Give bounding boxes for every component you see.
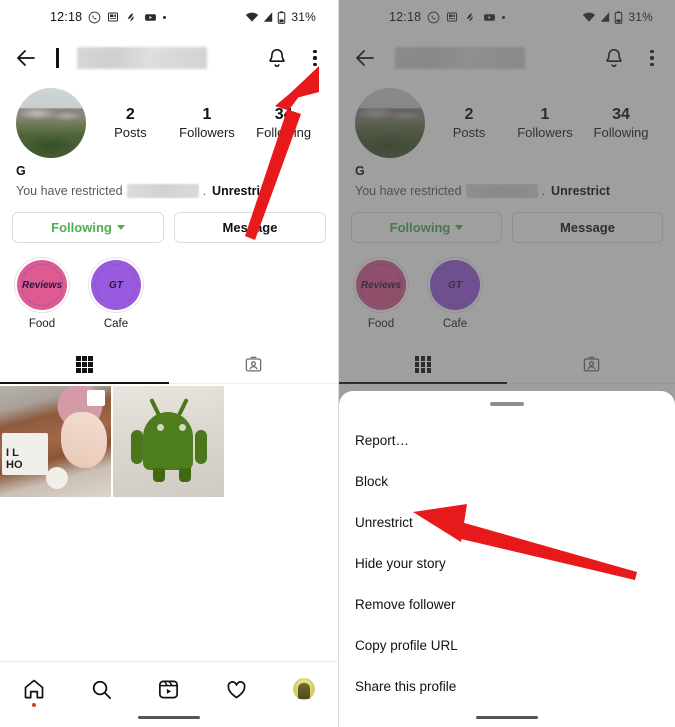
stat-followers-count: 1	[202, 105, 212, 123]
highlight-cafe-cover: GT	[91, 260, 141, 310]
status-bar-left: 12:18	[50, 10, 167, 24]
battery-percent: 31%	[291, 10, 316, 24]
highlight-cafe-label: Cafe	[103, 318, 129, 330]
stat-followers[interactable]: 1 Followers	[176, 104, 238, 142]
nav-search[interactable]	[79, 674, 123, 704]
tagged-person-icon	[244, 355, 263, 374]
sheet-item-unrestrict[interactable]: Unrestrict	[355, 502, 659, 543]
profile-actions: Following Message	[0, 198, 338, 243]
sheet-item-block[interactable]: Block	[355, 461, 659, 502]
android-eye-right	[179, 424, 186, 431]
right-screen: 12:18	[338, 0, 675, 727]
username-caret	[56, 48, 59, 68]
restricted-suffix: .	[202, 184, 207, 198]
options-bottom-sheet: Report… Block Unrestrict Hide your story…	[339, 391, 675, 727]
screenshot-root: 12:18 31% 2 Posts 1 Followers 34 Followi…	[0, 0, 675, 727]
cellular-signal-icon	[262, 11, 274, 23]
stat-followers-label: Followers	[179, 125, 235, 141]
sheet-item-report[interactable]: Report…	[355, 420, 659, 461]
app-bar-actions	[266, 47, 324, 69]
app-icon	[125, 11, 138, 24]
highlight-cafe-ring: GT	[88, 257, 144, 313]
hand-detail	[61, 412, 107, 468]
android-eye-left	[157, 424, 164, 431]
news-icon	[107, 11, 119, 23]
highlight-food[interactable]: Reviews Food	[14, 257, 70, 330]
home-badge	[31, 703, 36, 707]
stat-following-label: Following	[256, 125, 312, 141]
username-redacted	[77, 47, 207, 69]
status-bar: 12:18 31%	[0, 0, 338, 34]
stat-following-count: 34	[274, 105, 293, 123]
profile-avatar[interactable]	[16, 88, 86, 158]
nav-activity[interactable]	[215, 674, 259, 704]
whatsapp-icon	[88, 11, 101, 24]
notification-bell-icon[interactable]	[266, 47, 288, 69]
grid-icon	[76, 356, 93, 373]
android-arm-left	[131, 430, 143, 464]
highlight-food-label: Food	[28, 318, 56, 330]
photo-badge	[87, 390, 105, 406]
nav-profile[interactable]	[282, 674, 326, 704]
unrestrict-link[interactable]: Unrestrict	[212, 184, 271, 198]
youtube-icon	[144, 11, 157, 24]
android-antenna-right	[177, 398, 189, 416]
sheet-item-list: Report… Block Unrestrict Hide your story…	[339, 406, 675, 707]
tab-grid[interactable]	[0, 346, 169, 384]
stat-posts-count: 2	[125, 105, 135, 123]
story-highlights: Reviews Food GT Cafe	[0, 243, 338, 330]
back-arrow-icon[interactable]	[14, 46, 38, 70]
profile-avatar-small	[293, 678, 316, 700]
home-gesture-bar-2	[476, 716, 538, 719]
sheet-item-hide-your-story[interactable]: Hide your story	[355, 543, 659, 584]
profile-display-name: G	[16, 164, 26, 178]
photo-post-2[interactable]	[113, 386, 224, 497]
profile-tabs	[0, 346, 338, 384]
android-figurine-icon	[143, 412, 193, 470]
left-screen: 12:18 31% 2 Posts 1 Followers 34 Followi…	[0, 0, 338, 727]
highlight-food-cover: Reviews	[17, 260, 67, 310]
more-options-icon[interactable]	[306, 47, 324, 69]
following-button[interactable]: Following	[12, 212, 164, 243]
sheet-item-remove-follower[interactable]: Remove follower	[355, 584, 659, 625]
nav-reels[interactable]	[147, 674, 191, 704]
chevron-down-icon	[116, 225, 125, 230]
highlight-food-ring: Reviews	[14, 257, 70, 313]
status-bar-right: 31%	[245, 10, 316, 24]
bottom-navigation	[0, 661, 338, 727]
photo-post-1[interactable]	[0, 386, 111, 497]
restricted-username-redacted	[126, 184, 199, 198]
android-leg-left	[153, 468, 165, 482]
stat-posts-label: Posts	[114, 125, 147, 141]
stat-posts[interactable]: 2 Posts	[99, 104, 161, 142]
message-button[interactable]: Message	[174, 212, 326, 243]
stat-following[interactable]: 34 Following	[253, 104, 315, 142]
photo-grid	[0, 384, 338, 497]
highlight-cafe[interactable]: GT Cafe	[88, 257, 144, 330]
message-button-label: Message	[222, 220, 278, 235]
sheet-item-copy-profile-url[interactable]: Copy profile URL	[355, 625, 659, 666]
home-gesture-bar	[138, 716, 200, 719]
android-arm-right	[195, 430, 207, 464]
battery-icon	[277, 10, 286, 24]
restricted-notice: You have restricted . Unrestrict	[0, 178, 338, 198]
android-leg-right	[179, 468, 191, 482]
following-button-label: Following	[51, 220, 112, 235]
restricted-prefix: You have restricted	[16, 184, 123, 198]
status-time: 12:18	[50, 10, 83, 24]
profile-stats: 2 Posts 1 Followers 34 Following	[92, 104, 322, 142]
profile-header: 2 Posts 1 Followers 34 Following	[0, 82, 338, 158]
tab-tagged[interactable]	[169, 346, 338, 383]
tag-detail	[46, 467, 68, 489]
wifi-icon	[245, 11, 259, 23]
nav-home[interactable]	[12, 674, 56, 707]
sheet-item-share-this-profile[interactable]: Share this profile	[355, 666, 659, 707]
more-dot-icon	[163, 15, 167, 19]
app-bar	[0, 34, 338, 82]
